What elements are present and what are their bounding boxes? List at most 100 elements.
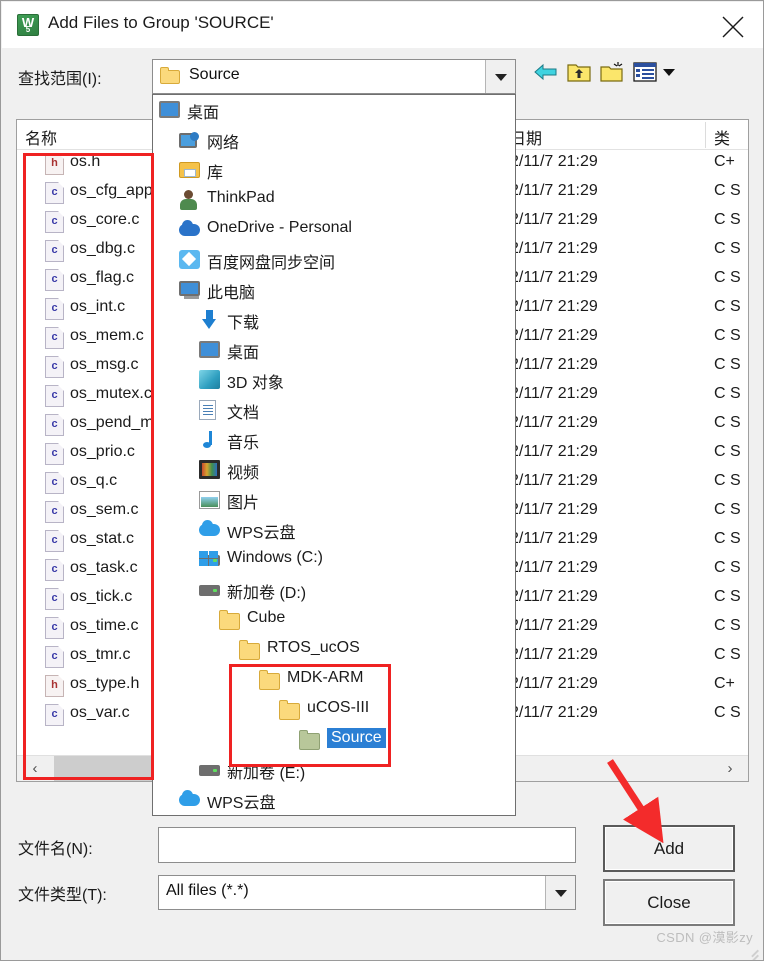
dropdown-item-label: 桌面 [187,105,220,122]
file-date: 2/11/7 21:29 [510,704,598,721]
file-date: 2/11/7 21:29 [510,356,598,373]
file-name: os_time.c [70,617,139,634]
views-list-icon[interactable] [633,61,657,88]
resize-grip[interactable] [745,942,759,956]
dropdown-item-label: MDK-ARM [287,669,364,686]
dropdown-item[interactable]: 百度网盘同步空间 [153,245,515,275]
c-source-file-icon [45,298,64,320]
dropdown-item[interactable]: 网络 [153,125,515,155]
baidu-netdisk-icon [179,250,200,270]
dropdown-item[interactable]: 视频 [153,455,515,485]
chevron-down-icon[interactable] [485,60,515,93]
column-header-name[interactable]: 名称 [25,125,57,149]
dropdown-item[interactable]: 桌面 [153,95,515,125]
filetype-value: All files (*.*) [166,882,249,899]
dropdown-item[interactable]: uCOS-III [153,695,515,725]
watermark: CSDN @漠影zy [656,930,753,945]
c-source-file-icon [45,530,64,552]
folder-icon [259,670,280,690]
file-type: C S [714,443,741,460]
file-name: os_int.c [70,298,126,315]
c-source-file-icon [45,646,64,668]
close-button[interactable]: Close [603,879,735,926]
c-source-file-icon [45,559,64,581]
chevron-right-icon[interactable]: › [712,756,748,781]
dropdown-item-label: OneDrive - Personal [207,219,352,236]
file-type: C S [714,617,741,634]
file-type: C S [714,269,741,286]
file-name: os_tmr.c [70,646,131,663]
c-source-file-icon [45,327,64,349]
dropdown-item[interactable]: 下载 [153,305,515,335]
file-date: 2/11/7 21:29 [510,501,598,518]
file-type: C S [714,646,741,663]
wps-cloud-icon [179,790,200,810]
library-icon [179,160,200,180]
file-name: os_dbg.c [70,240,135,257]
music-icon [199,430,220,450]
dropdown-item-label: WPS云盘 [207,795,276,812]
user-icon [179,190,200,210]
c-source-file-icon [45,501,64,523]
file-date: 2/11/7 21:29 [510,675,598,692]
column-header-type[interactable]: 类 [714,125,730,149]
scrollbar-thumb[interactable] [54,756,167,781]
filename-input[interactable] [158,827,576,863]
dropdown-item-label: 音乐 [227,435,260,452]
add-button[interactable]: Add [603,825,735,872]
back-arrow-icon[interactable] [534,61,558,88]
file-type: C S [714,414,741,431]
dropdown-item-label: Cube [247,609,286,626]
dropdown-item[interactable]: WPS云盘 [153,785,515,815]
dropdown-item-label: 图片 [227,495,260,512]
file-name: os_mem.c [70,327,144,344]
monitor-icon [199,340,220,360]
chevron-down-icon[interactable] [545,876,575,909]
dropdown-item[interactable]: OneDrive - Personal [153,215,515,245]
dropdown-item-label: 下载 [227,315,260,332]
file-type: C+ [714,675,735,692]
file-name: os_mutex.c [70,385,152,402]
dropdown-item[interactable]: ThinkPad [153,185,515,215]
window-title: Add Files to Group 'SOURCE' [48,13,274,32]
look-in-value: Source [189,66,240,83]
dropdown-item-label: RTOS_ucOS [267,639,360,656]
file-name: os_stat.c [70,530,135,547]
dropdown-item[interactable]: Windows (C:) [153,545,515,575]
file-date: 2/11/7 21:29 [510,588,598,605]
file-name: os_var.c [70,704,130,721]
dropdown-item[interactable]: 文档 [153,395,515,425]
file-name: os_msg.c [70,356,139,373]
c-source-file-icon [45,356,64,378]
c-source-file-icon [45,617,64,639]
dropdown-item[interactable]: 3D 对象 [153,365,515,395]
file-type: C S [714,588,741,605]
dropdown-item[interactable]: 音乐 [153,425,515,455]
folder-icon [279,700,300,720]
new-folder-icon[interactable] [600,61,624,88]
close-icon[interactable] [710,6,756,44]
file-name: os_task.c [70,559,138,576]
filetype-combobox[interactable]: All files (*.*) [158,875,576,910]
file-name: os_flag.c [70,269,135,286]
dropdown-item[interactable]: 此电脑 [153,275,515,305]
up-folder-icon[interactable] [567,61,591,88]
dropdown-item[interactable]: 新加卷 (D:) [153,575,515,605]
chevron-left-icon[interactable]: ‹ [17,756,53,781]
dropdown-item[interactable]: RTOS_ucOS [153,635,515,665]
file-type: C S [714,298,741,315]
dropdown-item[interactable]: WPS云盘 [153,515,515,545]
video-icon [199,460,220,480]
dropdown-item[interactable]: Source [153,725,515,755]
file-date: 2/11/7 21:29 [510,414,598,431]
dropdown-item[interactable]: 图片 [153,485,515,515]
dropdown-item[interactable]: 新加卷 (E:) [153,755,515,785]
dropdown-item[interactable]: MDK-ARM [153,665,515,695]
file-date: 2/11/7 21:29 [510,269,598,286]
look-in-dropdown-list[interactable]: 桌面 网络库 ThinkPad OneDrive - Personal 百度网盘同步空间… [152,94,516,816]
network-icon [179,130,200,150]
dropdown-item[interactable]: Cube [153,605,515,635]
dropdown-item[interactable]: 桌面 [153,335,515,365]
dropdown-item[interactable]: 库 [153,155,515,185]
look-in-combobox[interactable]: Source [152,59,516,94]
